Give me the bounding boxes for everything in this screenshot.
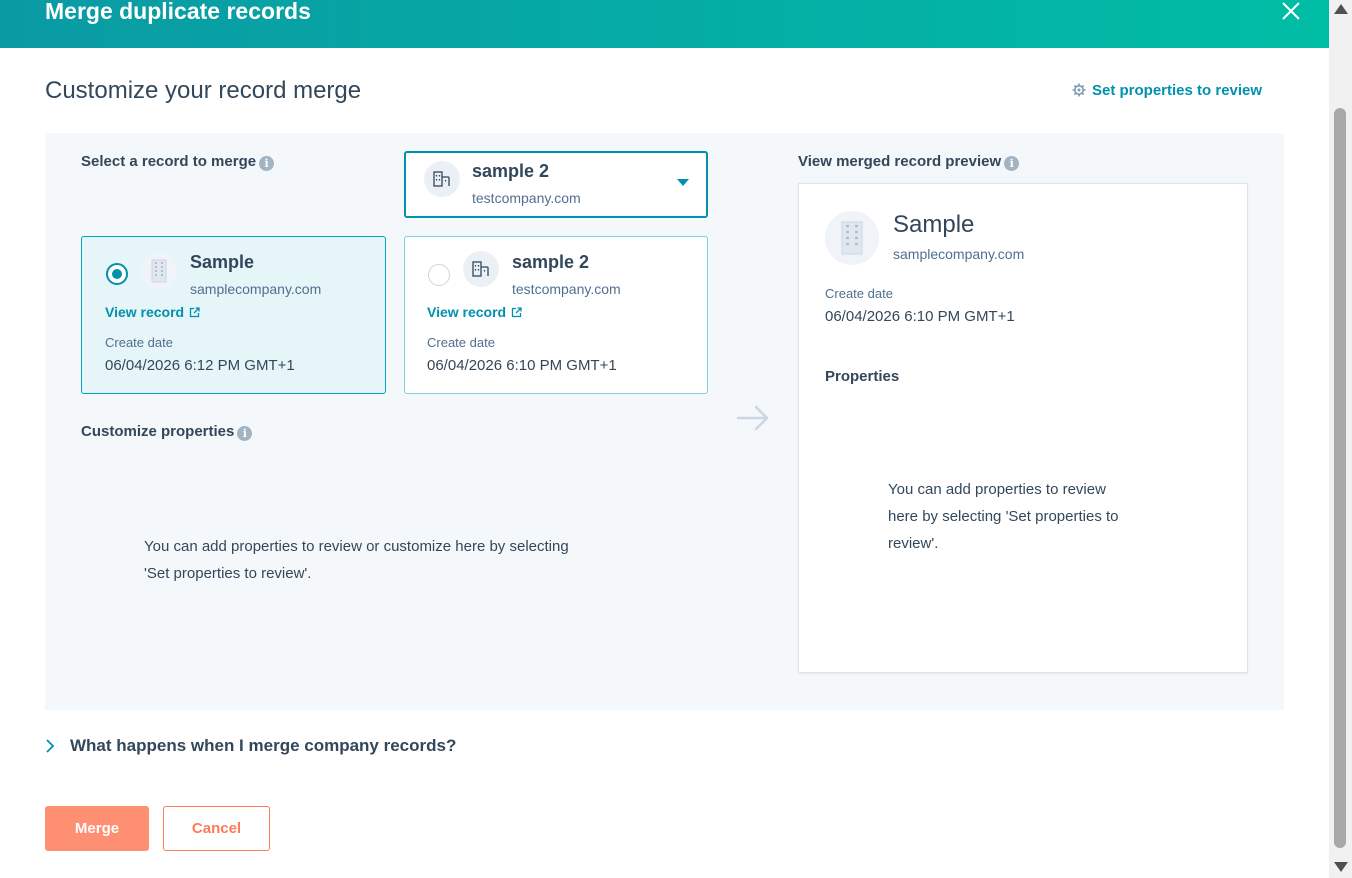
caret-down-icon: [677, 179, 689, 186]
preview-create-date-label: Create date: [825, 286, 893, 301]
info-icon[interactable]: i: [259, 156, 275, 171]
view-record-label: View record: [427, 304, 507, 320]
office-building-icon: [841, 221, 863, 255]
close-icon: [1282, 2, 1300, 20]
record-name: sample 2: [512, 252, 590, 272]
dropdown-avatar: [424, 161, 460, 197]
preview-empty-line3: review'.: [888, 535, 939, 552]
set-properties-link[interactable]: Set properties to review: [1072, 80, 1262, 100]
preview-label-text: View merged record preview: [798, 153, 1002, 170]
record-card-sample-2[interactable]: sample 2 testcompany.com View record Cre…: [404, 236, 708, 394]
customize-properties-label: Customize properties i: [81, 423, 253, 441]
record-avatar-sample-2: [463, 251, 499, 287]
merged-record-preview: Sample samplecompany.com Create date 06/…: [798, 183, 1248, 673]
cancel-button[interactable]: Cancel: [163, 806, 270, 851]
info-icon[interactable]: i: [1004, 156, 1020, 171]
merge-button[interactable]: Merge: [45, 806, 149, 851]
customize-empty-line1: You can add properties to review or cust…: [144, 538, 569, 555]
record-domain: samplecompany.com: [190, 281, 322, 297]
office-building-icon: [151, 259, 167, 283]
dialog-title: Merge duplicate records: [45, 0, 311, 24]
info-icon[interactable]: i: [237, 426, 253, 441]
dialog-header: Merge duplicate records: [0, 0, 1329, 48]
preview-properties-heading: Properties: [825, 368, 900, 385]
view-record-link[interactable]: View record: [105, 304, 200, 320]
record-select-dropdown[interactable]: sample 2 testcompany.com: [404, 151, 708, 218]
preview-empty-state: You can add properties to review here by…: [888, 476, 1119, 557]
arrow-right-icon: [736, 405, 769, 431]
select-record-text: Select a record to merge: [81, 153, 257, 170]
record-name: Sample: [190, 252, 255, 272]
create-date-label: Create date: [105, 335, 173, 350]
view-record-link[interactable]: View record: [427, 304, 522, 320]
gear-icon: [1072, 83, 1086, 97]
record-radio-sample[interactable]: [106, 263, 128, 285]
faq-label: What happens when I merge company record…: [70, 736, 457, 755]
record-avatar-sample: [141, 253, 177, 289]
external-link-icon: [511, 306, 522, 317]
building-icon: [472, 261, 489, 277]
dropdown-record-name: sample 2: [472, 161, 550, 181]
select-record-label: Select a record to merge i: [81, 153, 275, 171]
preview-label: View merged record preview i: [798, 153, 1020, 171]
record-radio-sample-2[interactable]: [428, 264, 450, 286]
create-date-label: Create date: [427, 335, 495, 350]
chevron-right-icon: [46, 739, 55, 753]
scroll-thumb[interactable]: [1334, 108, 1346, 848]
preview-empty-line2: here by selecting 'Set properties to: [888, 508, 1119, 525]
preview-create-date-value: 06/04/2026 6:10 PM GMT+1: [825, 308, 1015, 325]
customize-empty-state: You can add properties to review or cust…: [144, 533, 569, 587]
preview-record-domain: samplecompany.com: [893, 246, 1025, 262]
view-record-label: View record: [105, 304, 185, 320]
create-date-value: 06/04/2026 6:10 PM GMT+1: [427, 357, 617, 374]
set-properties-label: Set properties to review: [1092, 81, 1263, 99]
record-domain: testcompany.com: [512, 281, 621, 297]
customize-empty-line2: 'Set properties to review'.: [144, 565, 312, 582]
scroll-down-arrow-icon[interactable]: [1334, 862, 1348, 872]
building-icon: [433, 171, 450, 187]
preview-empty-line1: You can add properties to review: [888, 481, 1106, 498]
scroll-up-arrow-icon[interactable]: [1334, 4, 1348, 14]
create-date-value: 06/04/2026 6:12 PM GMT+1: [105, 357, 295, 374]
customize-properties-text: Customize properties: [81, 423, 235, 440]
preview-avatar: [825, 211, 879, 265]
external-link-icon: [189, 306, 200, 317]
scrollbar[interactable]: [1329, 0, 1352, 878]
record-card-sample[interactable]: Sample samplecompany.com View record Cre…: [81, 236, 386, 394]
merge-faq-toggle[interactable]: What happens when I merge company record…: [45, 736, 456, 756]
close-button[interactable]: [1278, 0, 1304, 22]
preview-record-name: Sample: [893, 211, 975, 238]
page-title: Customize your record merge: [45, 77, 362, 104]
dropdown-record-domain: testcompany.com: [472, 190, 581, 206]
